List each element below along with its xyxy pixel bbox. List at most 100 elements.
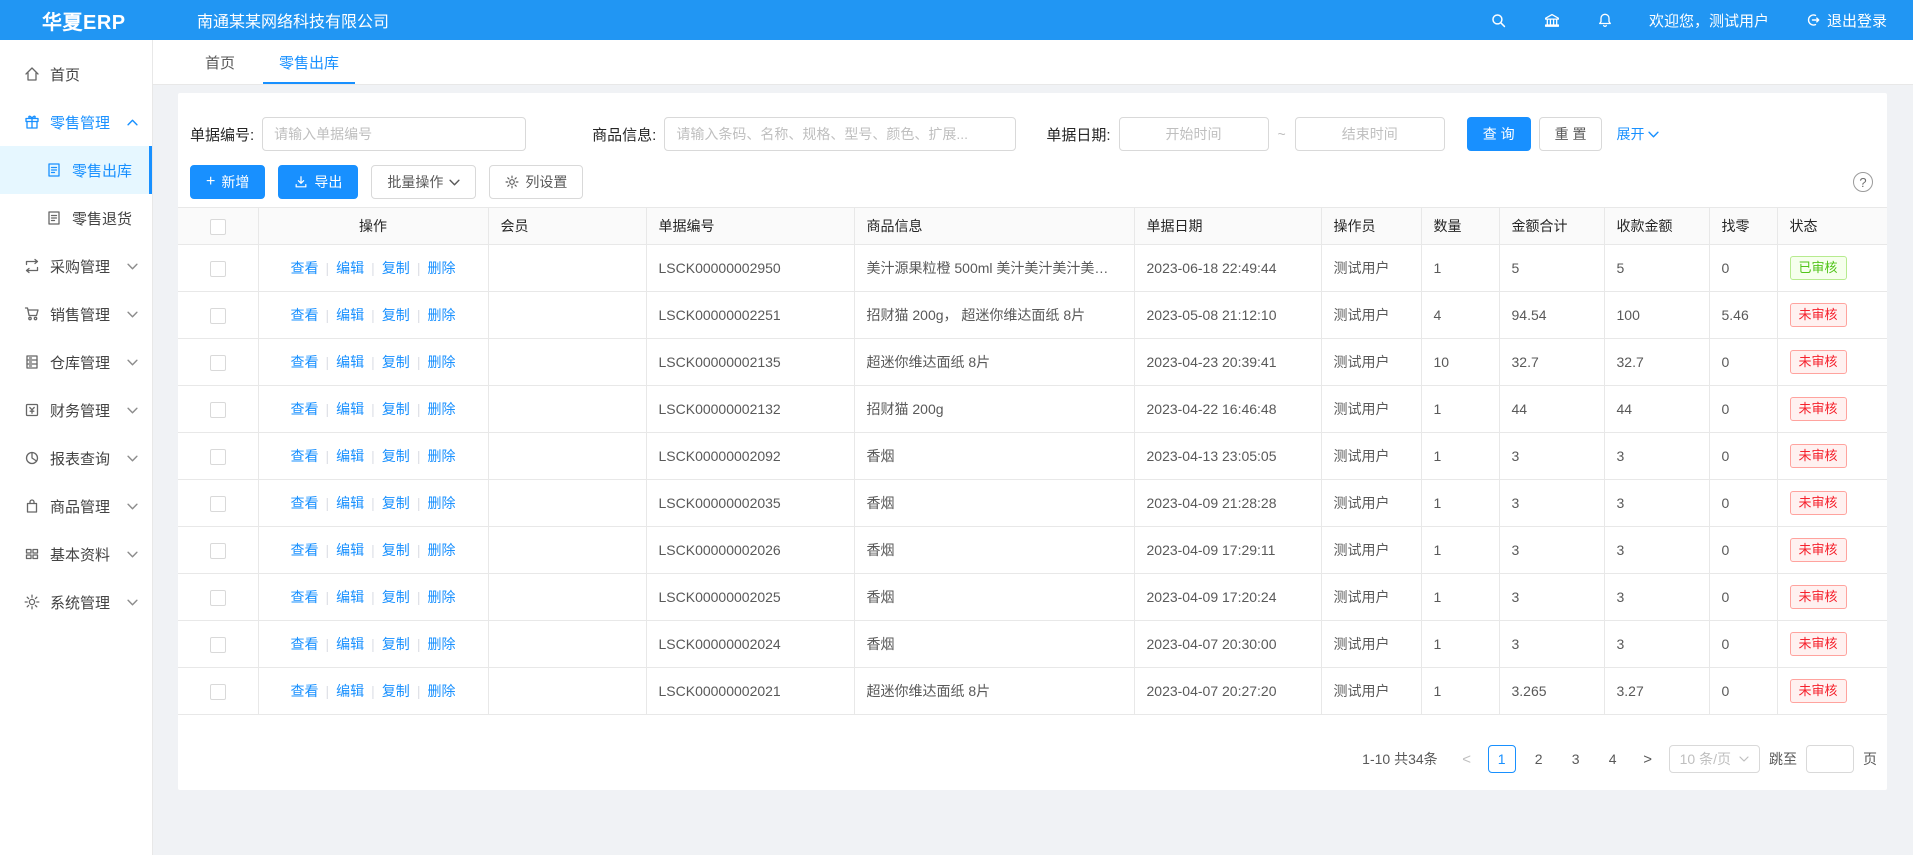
- bank-icon[interactable]: [1543, 12, 1561, 29]
- delete-link[interactable]: 删除: [427, 448, 455, 464]
- delete-link[interactable]: 删除: [427, 636, 455, 652]
- row-checkbox[interactable]: [210, 402, 226, 418]
- status-badge: 未审核: [1790, 679, 1847, 703]
- copy-link[interactable]: 复制: [382, 683, 410, 699]
- copy-link[interactable]: 复制: [382, 589, 410, 605]
- search-icon[interactable]: [1490, 12, 1507, 29]
- page-button-4[interactable]: 4: [1599, 745, 1627, 773]
- delete-link[interactable]: 删除: [427, 542, 455, 558]
- export-button[interactable]: 导出: [278, 165, 358, 199]
- view-link[interactable]: 查看: [291, 354, 319, 370]
- copy-link[interactable]: 复制: [382, 307, 410, 323]
- bill-no-input[interactable]: [262, 117, 526, 151]
- page-size-select[interactable]: 10 条/页: [1669, 745, 1760, 773]
- add-button[interactable]: + 新增: [190, 165, 265, 199]
- sidebar-item-finance-management[interactable]: 财务管理: [0, 386, 152, 434]
- edit-link[interactable]: 编辑: [336, 354, 364, 370]
- prev-page-button[interactable]: <: [1455, 751, 1479, 768]
- edit-link[interactable]: 编辑: [336, 542, 364, 558]
- copy-link[interactable]: 复制: [382, 260, 410, 276]
- delete-link[interactable]: 删除: [427, 354, 455, 370]
- help-icon[interactable]: ?: [1853, 172, 1873, 192]
- next-page-button[interactable]: >: [1636, 751, 1660, 768]
- view-link[interactable]: 查看: [291, 307, 319, 323]
- qty-cell: 1: [1421, 480, 1499, 527]
- member-cell: [488, 292, 646, 339]
- product-info-input[interactable]: [664, 117, 1016, 151]
- row-checkbox[interactable]: [210, 637, 226, 653]
- start-date-input[interactable]: [1119, 117, 1269, 151]
- delete-link[interactable]: 删除: [427, 683, 455, 699]
- delete-link[interactable]: 删除: [427, 401, 455, 417]
- delete-link[interactable]: 删除: [427, 260, 455, 276]
- sidebar-item-purchase-management[interactable]: 采购管理: [0, 242, 152, 290]
- sidebar-item-report-query[interactable]: 报表查询: [0, 434, 152, 482]
- sidebar-item-warehouse-management[interactable]: 仓库管理: [0, 338, 152, 386]
- edit-link[interactable]: 编辑: [336, 448, 364, 464]
- copy-link[interactable]: 复制: [382, 636, 410, 652]
- row-checkbox[interactable]: [210, 308, 226, 324]
- sidebar-item-sales-management[interactable]: 销售管理: [0, 290, 152, 338]
- end-date-input[interactable]: [1295, 117, 1445, 151]
- view-link[interactable]: 查看: [291, 542, 319, 558]
- search-button[interactable]: 查 询: [1467, 117, 1531, 151]
- view-link[interactable]: 查看: [291, 683, 319, 699]
- delete-link[interactable]: 删除: [427, 495, 455, 511]
- sidebar-nav: 首页 零售管理 零售出库 零售退货 采购管理: [0, 40, 153, 855]
- copy-link[interactable]: 复制: [382, 401, 410, 417]
- select-all-checkbox[interactable]: [210, 219, 226, 235]
- reset-button[interactable]: 重 置: [1539, 117, 1603, 151]
- edit-link[interactable]: 编辑: [336, 260, 364, 276]
- column-settings-button[interactable]: 列设置: [489, 165, 583, 199]
- edit-link[interactable]: 编辑: [336, 589, 364, 605]
- view-link[interactable]: 查看: [291, 260, 319, 276]
- tab-home[interactable]: 首页: [183, 40, 257, 84]
- view-link[interactable]: 查看: [291, 448, 319, 464]
- copy-link[interactable]: 复制: [382, 448, 410, 464]
- sidebar-item-home[interactable]: 首页: [0, 50, 152, 98]
- sidebar-item-basic-data[interactable]: 基本资料: [0, 530, 152, 578]
- view-link[interactable]: 查看: [291, 495, 319, 511]
- page-button-3[interactable]: 3: [1562, 745, 1590, 773]
- row-actions-cell: 查看|编辑|复制|删除: [258, 527, 488, 574]
- copy-link[interactable]: 复制: [382, 542, 410, 558]
- logout-button[interactable]: 退出登录: [1805, 10, 1887, 31]
- member-cell: [488, 433, 646, 480]
- delete-link[interactable]: 删除: [427, 589, 455, 605]
- row-checkbox[interactable]: [210, 684, 226, 700]
- edit-link[interactable]: 编辑: [336, 401, 364, 417]
- view-link[interactable]: 查看: [291, 401, 319, 417]
- row-checkbox[interactable]: [210, 496, 226, 512]
- sidebar-item-system-management[interactable]: 系统管理: [0, 578, 152, 626]
- batch-actions-button[interactable]: 批量操作: [371, 165, 476, 199]
- edit-link[interactable]: 编辑: [336, 683, 364, 699]
- total-cell: 3.265: [1499, 668, 1604, 715]
- copy-link[interactable]: 复制: [382, 495, 410, 511]
- bell-icon[interactable]: [1597, 12, 1613, 29]
- row-checkbox[interactable]: [210, 543, 226, 559]
- row-checkbox[interactable]: [210, 261, 226, 277]
- row-checkbox[interactable]: [210, 449, 226, 465]
- page-button-2[interactable]: 2: [1525, 745, 1553, 773]
- erp-app: 华夏ERP 南通某某网络科技有限公司 欢迎您，测试用户 退出登录: [0, 0, 1913, 855]
- sidebar-item-retail-outbound[interactable]: 零售出库: [0, 146, 152, 194]
- tab-retail-outbound[interactable]: 零售出库: [257, 40, 361, 84]
- edit-link[interactable]: 编辑: [336, 636, 364, 652]
- sidebar-item-product-management[interactable]: 商品管理: [0, 482, 152, 530]
- filter-bar: 单据编号: 商品信息: 单据日期: ~ 查 询 重 置 展: [178, 93, 1887, 151]
- page-button-1[interactable]: 1: [1488, 745, 1516, 773]
- sidebar-item-retail-return[interactable]: 零售退货: [0, 194, 152, 242]
- row-checkbox[interactable]: [210, 355, 226, 371]
- expand-filters-link[interactable]: 展开: [1616, 124, 1659, 144]
- view-link[interactable]: 查看: [291, 636, 319, 652]
- delete-link[interactable]: 删除: [427, 307, 455, 323]
- edit-link[interactable]: 编辑: [336, 495, 364, 511]
- jump-to-page-input[interactable]: [1806, 745, 1854, 773]
- operator-cell: 测试用户: [1321, 574, 1421, 621]
- copy-link[interactable]: 复制: [382, 354, 410, 370]
- row-checkbox[interactable]: [210, 590, 226, 606]
- column-header-operator: 操作员: [1321, 208, 1421, 245]
- sidebar-item-retail-management[interactable]: 零售管理: [0, 98, 152, 146]
- edit-link[interactable]: 编辑: [336, 307, 364, 323]
- view-link[interactable]: 查看: [291, 589, 319, 605]
